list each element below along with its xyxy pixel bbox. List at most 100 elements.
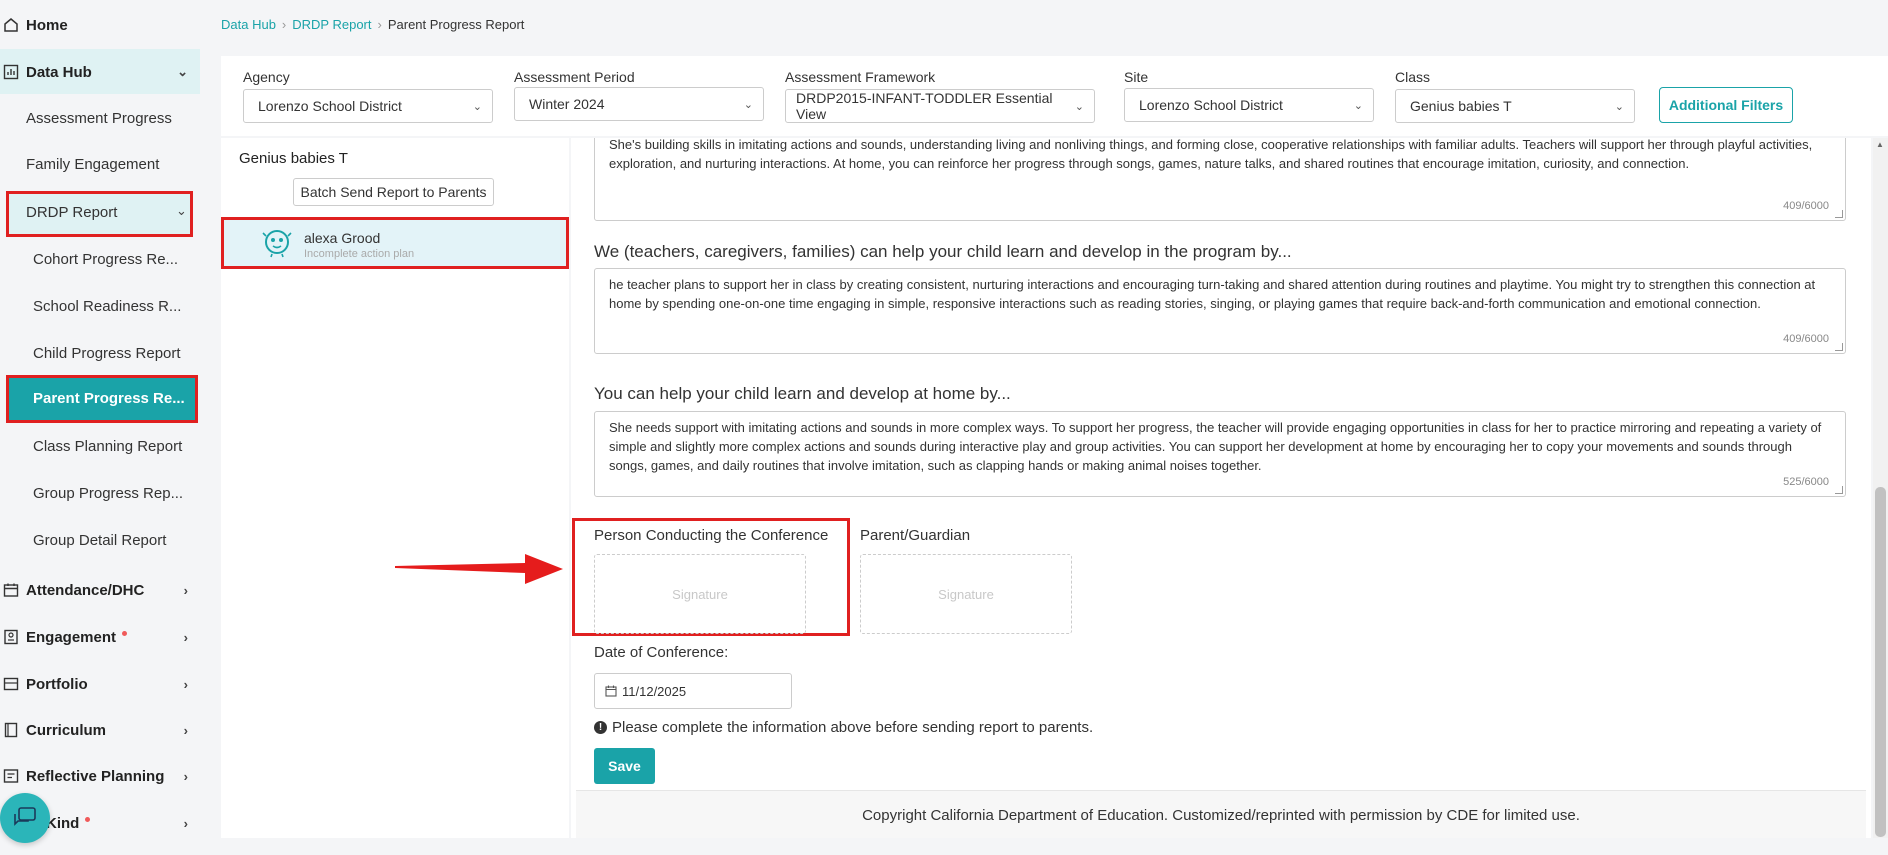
save-button[interactable]: Save [594,748,655,784]
chevron-right-icon: › [183,629,188,645]
framework-value: DRDP2015-INFANT-TODDLER Essential View [796,90,1053,122]
scroll-up-icon[interactable]: ▲ [1876,140,1884,149]
additional-filters-button[interactable]: Additional Filters [1659,87,1793,123]
nav-home-label: Home [26,16,68,34]
parent-signature-pad[interactable]: Signature [860,554,1072,634]
breadcrumb-drdp-report[interactable]: DRDP Report [292,17,371,32]
chevron-down-icon: ⌄ [472,100,482,113]
period-label: Assessment Period [514,69,635,85]
strengths-textarea[interactable]: She's building skills in imitating actio… [594,138,1846,221]
date-picker[interactable]: 11/12/2025 [594,673,792,709]
class-value: Genius babies T [1410,98,1512,114]
nav-family-engagement[interactable]: Family Engagement [26,156,159,173]
student-panel: Genius babies T Batch Send Report to Par… [221,138,569,838]
nav-drdp-report[interactable]: DRDP Report [26,204,117,221]
notification-dot [85,816,91,822]
char-count: 409/6000 [1783,200,1829,212]
warning-text: Please complete the information above be… [612,719,1094,736]
nav-cohort-progress[interactable]: Cohort Progress Re... [33,251,178,268]
warning-icon: ! [594,721,607,734]
nav-child-progress[interactable]: Child Progress Report [33,345,181,362]
breadcrumb-separator-icon: › [281,17,287,32]
chevron-down-icon: ⌄ [176,203,187,218]
breadcrumb-data-hub[interactable]: Data Hub [221,17,276,32]
sidebar: Home Data Hub ⌄ Assessment Progress Fami… [0,0,220,855]
nav-reflective-planning-label: Reflective Planning [26,767,165,785]
nav-portfolio-label: Portfolio [26,675,88,693]
char-count: 409/6000 [1783,333,1829,345]
nav-group-progress[interactable]: Group Progress Rep... [33,485,183,502]
chevron-down-icon: ⌄ [1353,99,1363,112]
copyright-footer: Copyright California Department of Educa… [576,790,1866,838]
nav-home[interactable]: Home [0,14,200,36]
nav-parent-progress[interactable]: Parent Progress Re... [33,390,185,407]
engagement-icon [2,628,20,646]
program-textarea[interactable]: he teacher plans to support her in class… [594,268,1846,354]
framework-label: Assessment Framework [785,69,936,85]
resize-handle-icon[interactable] [1835,210,1843,218]
nav-data-hub[interactable]: Data Hub ⌄ [0,60,200,84]
nav-engagement[interactable]: Engagement › [0,625,200,649]
resize-handle-icon[interactable] [1835,486,1843,494]
warning-message: ! Please complete the information above … [594,719,1093,736]
nav-curriculum[interactable]: Curriculum › [0,718,200,742]
nav-group-detail[interactable]: Group Detail Report [33,532,166,549]
class-label: Class [1395,69,1431,85]
home-textarea[interactable]: She needs support with imitating actions… [594,411,1846,497]
notification-dot [122,630,128,636]
chevron-down-icon: ⌄ [1074,100,1084,113]
nav-school-readiness[interactable]: School Readiness R... [33,298,181,315]
framework-select[interactable]: DRDP2015-INFANT-TODDLER Essential View ⌄ [785,89,1095,123]
agency-value: Lorenzo School District [258,98,402,114]
chevron-right-icon: › [183,722,188,738]
chevron-down-icon: ⌄ [743,98,753,111]
calendar-icon [2,581,20,599]
chart-icon [2,63,20,81]
nav-data-hub-label: Data Hub [26,63,92,81]
nav-assessment-progress[interactable]: Assessment Progress [26,110,172,127]
resize-handle-icon[interactable] [1835,343,1843,351]
chat-button[interactable] [0,793,50,843]
avatar [262,230,292,258]
program-question: We (teachers, caregivers, families) can … [594,242,1292,261]
strengths-text: She's building skills in imitating actio… [609,138,1813,171]
site-label: Site [1124,69,1149,85]
nav-kind-label: Kind [46,814,80,832]
conductor-signature-pad[interactable]: Signature [594,554,806,634]
home-icon [2,16,20,34]
chat-icon [14,807,36,826]
nav-attendance-label: Attendance/DHC [26,581,145,599]
period-select[interactable]: Winter 2024 ⌄ [514,87,764,121]
student-status: Incomplete action plan [304,248,415,260]
nav-class-planning[interactable]: Class Planning Report [33,438,182,455]
nav-engagement-label: Engagement [26,628,117,646]
filter-bar: Agency Lorenzo School District ⌄ Assessm… [221,56,1888,136]
chevron-right-icon: › [183,582,188,598]
nav-portfolio[interactable]: Portfolio › [0,672,200,696]
chevron-right-icon: › [183,815,188,831]
book-icon [2,721,20,739]
red-arrow-icon [395,554,563,584]
breadcrumb-separator-icon: › [377,17,382,32]
date-value: 11/12/2025 [622,683,687,699]
nav-attendance[interactable]: Attendance/DHC › [0,578,200,602]
report-content: She's building skills in imitating actio… [571,138,1871,838]
portfolio-icon [2,675,20,693]
chevron-down-icon: ⌄ [1614,100,1624,113]
student-row[interactable]: alexa Grood Incomplete action plan [221,217,569,269]
nav-reflective-planning[interactable]: Reflective Planning › [0,764,200,788]
chevron-right-icon: › [183,676,188,692]
date-label: Date of Conference: [594,644,729,661]
conductor-signature-label: Person Conducting the Conference [594,527,829,544]
batch-send-button[interactable]: Batch Send Report to Parents [293,178,494,206]
site-select[interactable]: Lorenzo School District ⌄ [1124,88,1374,122]
chevron-down-icon: ⌄ [177,64,188,79]
agency-label: Agency [243,69,290,85]
home-text: She needs support with imitating actions… [609,420,1822,473]
planning-icon [2,767,20,785]
breadcrumb-current: Parent Progress Report [387,17,525,32]
class-select[interactable]: Genius babies T ⌄ [1395,89,1635,123]
class-title: Genius babies T [239,150,348,167]
agency-select[interactable]: Lorenzo School District ⌄ [243,89,493,123]
scrollbar-thumb[interactable] [1875,487,1886,837]
